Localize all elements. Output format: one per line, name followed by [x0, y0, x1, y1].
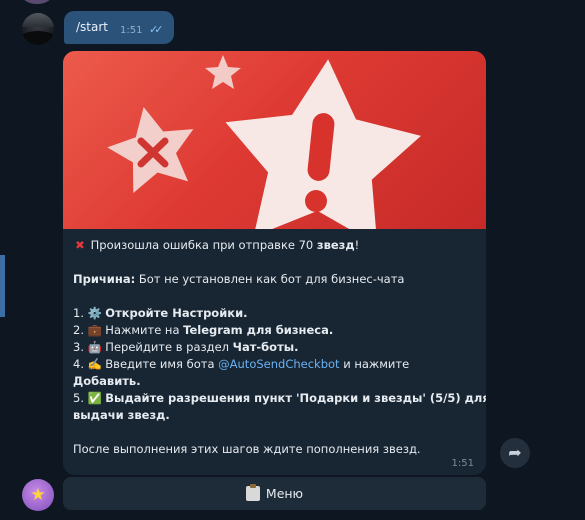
writing-hand-icon: ✍️ [87, 357, 102, 371]
bot-mention-link[interactable]: @AutoSendCheckbot [218, 357, 339, 371]
bot-avatar[interactable]: ★ [22, 479, 54, 511]
incoming-message[interactable]: ✖ Произошла ошибка при отправке 70 звезд… [63, 51, 486, 475]
message-time: 1:51 [451, 458, 474, 469]
step-1: 1. ⚙️ Откройте Настройки. [73, 306, 248, 320]
message-time: 1:51 [120, 25, 143, 36]
step-2: 2. 💼 Нажмите на Telegram для бизнеса. [73, 323, 334, 337]
message-body: ✖ Произошла ошибка при отправке 70 звезд… [73, 237, 486, 458]
cross-mark-icon: ✖ [75, 238, 85, 252]
forward-button[interactable]: ➦ [500, 438, 530, 468]
user-avatar[interactable] [22, 13, 54, 45]
footer-text: После выполнения этих шагов ждите пополн… [73, 442, 421, 456]
step-3: 3. 🤖 Перейдите в раздел Чат-боты. [73, 340, 299, 354]
step-4-continued: Добавить. [73, 374, 141, 388]
robot-icon: 🤖 [87, 340, 102, 354]
briefcase-icon: 💼 [87, 323, 102, 337]
outgoing-message[interactable]: /start 1:51 ✓✓ [64, 11, 174, 44]
error-banner-image [63, 51, 486, 229]
menu-button[interactable]: Меню [63, 477, 486, 510]
error-line: ✖ Произошла ошибка при отправке 70 звезд… [73, 237, 478, 254]
sidebar-edge [0, 255, 5, 317]
share-arrow-icon: ➦ [508, 443, 522, 462]
step-4: 4. ✍️ Введите имя бота @AutoSendCheckbot… [73, 357, 410, 371]
check-mark-icon: ✅ [87, 391, 102, 405]
small-star-icon [205, 55, 241, 89]
reason-line: Причина: Бот не установлен как бот для б… [73, 272, 405, 286]
read-ticks-icon: ✓✓ [149, 23, 164, 36]
clipboard-icon [245, 484, 260, 501]
step-5-continued: выдачи звезд. [73, 408, 170, 422]
star-icon: ★ [30, 485, 46, 505]
gear-icon: ⚙️ [87, 306, 102, 320]
previous-avatar [22, 0, 52, 4]
menu-button-label: Меню [265, 486, 304, 501]
message-text: /start [76, 20, 108, 34]
step-5: 5. ✅ Выдайте разрешения пункт 'Подарки и… [73, 391, 486, 405]
